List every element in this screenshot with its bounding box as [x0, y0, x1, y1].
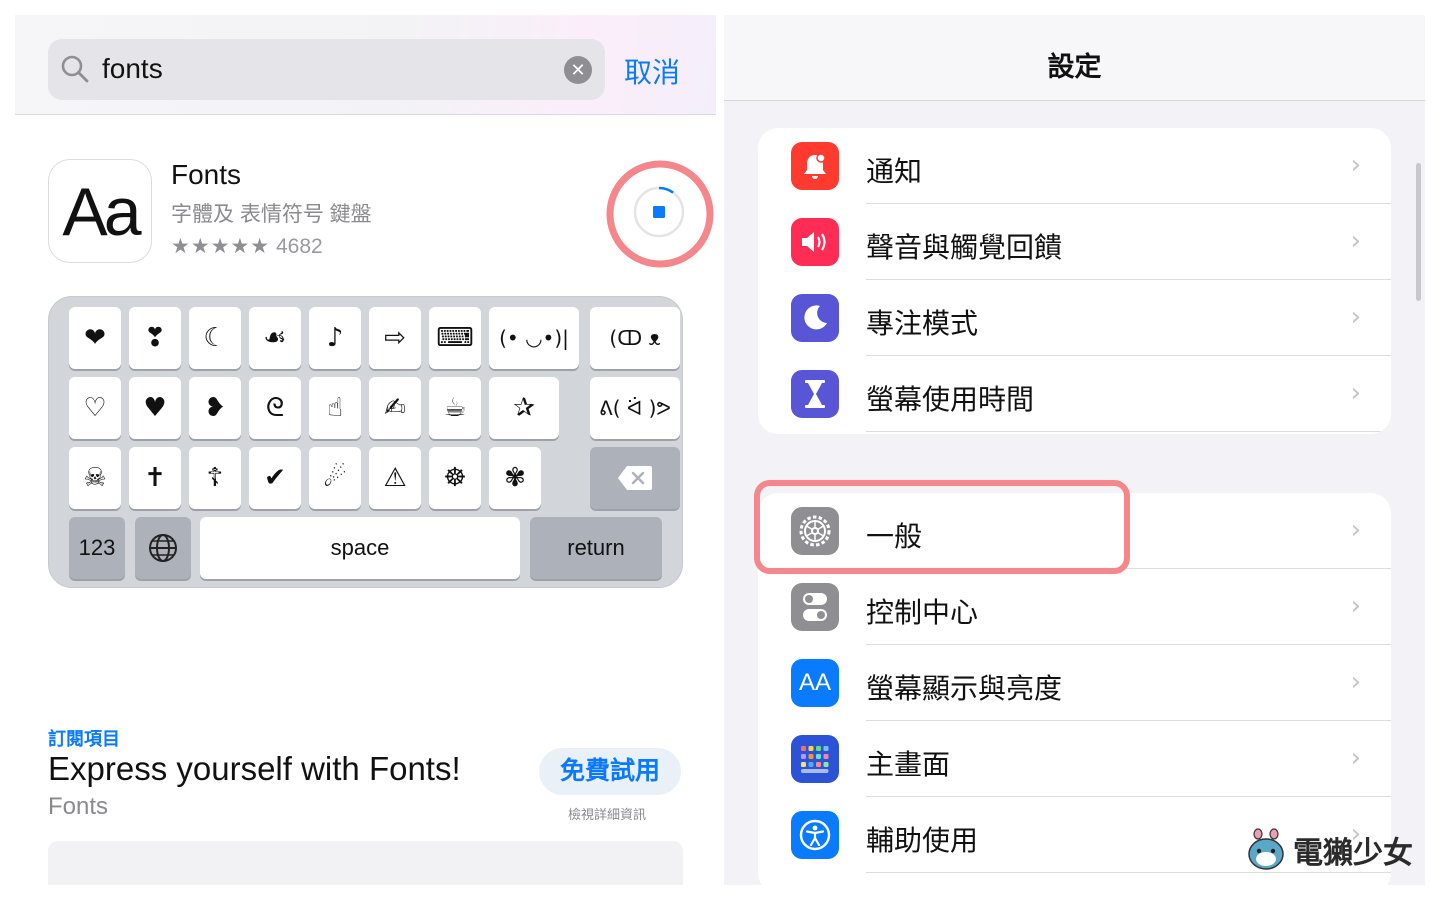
page-title: 設定: [1047, 52, 1102, 82]
settings-row[interactable]: AA 螢幕顯示與亮度 ›: [758, 645, 1391, 721]
search-icon: [61, 55, 89, 83]
free-trial-button[interactable]: 免費試用: [539, 748, 681, 795]
watermark: 電獺少女: [1247, 826, 1413, 874]
view-details-link[interactable]: 檢視詳細資訊: [568, 804, 646, 823]
emoji-key[interactable]: ☄: [309, 447, 361, 509]
chevron-right-icon: ›: [1350, 302, 1361, 332]
search-header: fonts ✕ 取消: [15, 15, 716, 115]
chevron-right-icon: ›: [1350, 226, 1361, 256]
emoji-key[interactable]: ✔: [249, 447, 301, 509]
display-icon: AA: [791, 659, 839, 707]
chevron-right-icon: ›: [1350, 150, 1361, 180]
settings-row[interactable]: 通知 ›: [758, 128, 1391, 204]
kaomoji-key[interactable]: (ↀ ᴥ ↀ): [590, 307, 680, 412]
settings-header: 設定: [724, 15, 1425, 101]
scrollbar[interactable]: [1416, 163, 1421, 301]
settings-row[interactable]: 主畫面 ›: [758, 721, 1391, 797]
emoji-key[interactable]: ⌨: [429, 307, 481, 369]
emoji-key[interactable]: ❤: [69, 307, 121, 369]
subscription-section-label: 訂閱項目: [48, 729, 120, 749]
watermark-text: 電獺少女: [1293, 836, 1413, 871]
kaomoji-key[interactable]: ᕕ( ᐛ )ᕗ: [590, 377, 680, 439]
subscription-app-name: Fonts: [48, 793, 109, 820]
settings-row[interactable]: 螢幕使用時間 ›: [758, 356, 1391, 432]
return-key[interactable]: return: [530, 517, 662, 579]
rating-stars: ★★★★★: [171, 235, 271, 258]
emoji-key[interactable]: ☦: [189, 447, 241, 509]
settings-row-label: 通知: [866, 156, 923, 187]
subscription-title[interactable]: Express yourself with Fonts!: [48, 750, 461, 788]
emoji-key[interactable]: ☠: [69, 447, 121, 509]
emoji-key[interactable]: ❣: [129, 307, 181, 369]
hourglass-icon: [791, 370, 839, 418]
toggles-icon: [791, 583, 839, 631]
cancel-button[interactable]: 取消: [624, 51, 680, 91]
home-grid-icon: [791, 735, 839, 783]
app-store-panel: fonts ✕ 取消 Aa Fonts 字體及 表情符号 鍵盤 ★★★★★ 46…: [15, 15, 716, 885]
app-icon[interactable]: Aa: [48, 159, 152, 263]
emoji-key[interactable]: ✍: [369, 377, 421, 439]
rating-count: 4682: [275, 235, 323, 258]
chevron-right-icon: ›: [1350, 667, 1361, 697]
emoji-key[interactable]: ✝: [129, 447, 181, 509]
chevron-right-icon: ›: [1350, 743, 1361, 773]
settings-row[interactable]: 聲音與觸覺回饋 ›: [758, 204, 1391, 280]
numbers-key[interactable]: 123: [69, 517, 125, 579]
settings-panel: 設定 通知 › 聲音與觸覺回饋 › 專注模式 › 螢幕使用時間 › 一般 › 控制中心 › AA 螢幕顯…: [724, 15, 1425, 885]
emoji-key[interactable]: ⚠: [369, 447, 421, 509]
settings-row[interactable]: 專注模式 ›: [758, 280, 1391, 356]
emoji-key[interactable]: ⇨: [369, 307, 421, 369]
settings-row-label: 專注模式: [866, 308, 979, 339]
emoji-key[interactable]: ☕: [429, 377, 481, 439]
keyboard-preview: ❤❣☾☙♪⇨⌨(• ◡•)|(ↀ ᴥ ↀ) ♡♥❥ᘓ☝✍☕✰ ᕕ( ᐛ )ᕗ ☠✝…: [48, 296, 683, 588]
emoji-key[interactable]: ☾: [189, 307, 241, 369]
clear-icon[interactable]: ✕: [564, 56, 592, 84]
emoji-key[interactable]: ♡: [69, 377, 121, 439]
highlight-box: [754, 480, 1130, 574]
settings-row-label: 輔助使用: [866, 825, 979, 856]
emoji-key[interactable]: ☙: [249, 307, 301, 369]
stop-icon: [653, 206, 665, 218]
emoji-key[interactable]: ❥: [189, 377, 241, 439]
space-key[interactable]: space: [200, 517, 520, 579]
app-subtitle: 字體及 表情符号 鍵盤: [171, 203, 372, 226]
settings-row[interactable]: 控制中心 ›: [758, 569, 1391, 645]
settings-row-label: 主畫面: [866, 749, 951, 780]
kaomoji-key[interactable]: (• ◡•)|: [489, 307, 579, 369]
settings-row-label: 螢幕使用時間: [866, 384, 1035, 415]
bell-icon: [791, 142, 839, 190]
download-progress-button[interactable]: [605, 159, 715, 269]
settings-row-label: 控制中心: [866, 597, 979, 628]
emoji-key[interactable]: ✾: [489, 447, 541, 509]
emoji-key[interactable]: ☸: [429, 447, 481, 509]
globe-icon[interactable]: [135, 517, 191, 579]
chevron-right-icon: ›: [1350, 378, 1361, 408]
emoji-key[interactable]: ☝: [309, 377, 361, 439]
settings-group-1: 通知 › 聲音與觸覺回饋 › 專注模式 › 螢幕使用時間 ›: [758, 128, 1391, 434]
settings-row-label: 螢幕顯示與亮度: [866, 673, 1063, 704]
search-input[interactable]: fonts ✕: [48, 39, 605, 100]
row-divider: [866, 431, 1391, 432]
speaker-icon: [791, 218, 839, 266]
otter-logo-icon: [1248, 828, 1284, 870]
search-query: fonts: [102, 53, 163, 84]
app-name[interactable]: Fonts: [171, 159, 241, 191]
chevron-right-icon: ›: [1350, 591, 1361, 621]
moon-icon: [791, 294, 839, 342]
next-card: [48, 841, 683, 885]
emoji-key[interactable]: ♪: [309, 307, 361, 369]
app-rating: ★★★★★ 4682: [171, 234, 323, 259]
emoji-key[interactable]: ♥: [129, 377, 181, 439]
delete-icon[interactable]: [590, 447, 680, 509]
accessibility-icon: [791, 811, 839, 859]
settings-row-label: 聲音與觸覺回饋: [866, 232, 1063, 263]
emoji-key[interactable]: ✰: [489, 377, 559, 439]
chevron-right-icon: ›: [1350, 515, 1361, 545]
emoji-key[interactable]: ᘓ: [249, 377, 301, 439]
